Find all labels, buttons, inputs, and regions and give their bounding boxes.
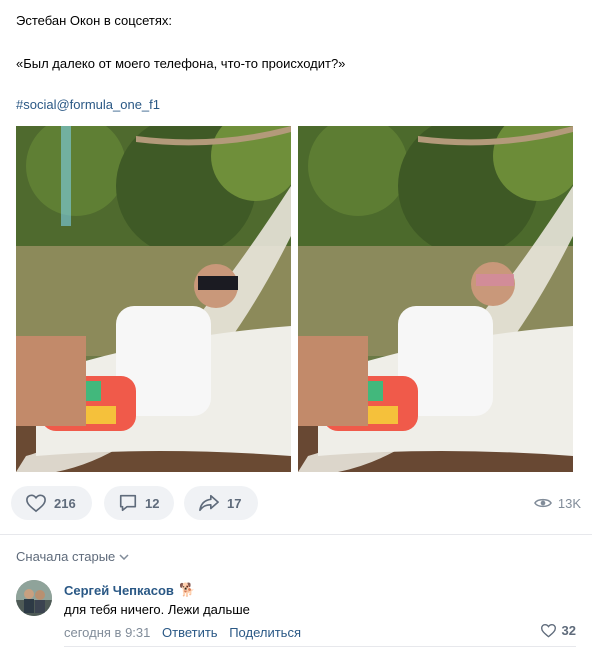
comment-like-button[interactable]: 32	[540, 623, 576, 638]
heart-icon	[540, 624, 556, 638]
share-count: 17	[227, 495, 242, 511]
post-line-1: Эстебан Окон в соцсетях:	[16, 13, 172, 28]
comment-time[interactable]: сегодня в 9:31	[64, 625, 150, 640]
avatar[interactable]	[16, 580, 52, 616]
photo-2[interactable]	[298, 126, 573, 472]
comment-meta: сегодня в 9:31 Ответить Поделиться	[64, 625, 301, 640]
comment-text: для тебя ничего. Лежи дальше	[64, 602, 250, 617]
post-quote: «Был далеко от моего телефона, что-то пр…	[16, 56, 346, 71]
dog-badge-icon: 🐕	[178, 582, 196, 597]
post-hashtag-link[interactable]: #social@formula_one_f1	[16, 96, 160, 114]
comment-like-count: 32	[561, 623, 576, 638]
like-button[interactable]: 216	[11, 486, 92, 520]
comments-divider	[0, 534, 592, 535]
comment-author[interactable]: Сергей Чепкасов 🐕	[64, 582, 195, 598]
comment-divider	[64, 646, 576, 647]
comment-author-name: Сергей Чепкасов	[64, 582, 174, 598]
comment-button[interactable]: 12	[104, 486, 174, 520]
sort-label: Сначала старые	[16, 549, 116, 564]
views-counter: 13K	[533, 486, 581, 520]
eye-icon	[533, 498, 552, 508]
photo-1[interactable]	[16, 126, 291, 472]
post-actions: 216 12 17 13K	[11, 486, 581, 520]
comments-sort-dropdown[interactable]: Сначала старые	[16, 549, 129, 564]
share-icon	[199, 494, 219, 512]
share-comment-link[interactable]: Поделиться	[229, 625, 301, 640]
views-count: 13K	[557, 495, 581, 511]
comment-item: Сергей Чепкасов 🐕 для тебя ничего. Лежи …	[16, 578, 576, 648]
heart-icon	[26, 494, 46, 513]
share-button[interactable]: 17	[184, 486, 258, 520]
reply-link[interactable]: Ответить	[162, 625, 218, 640]
like-count: 216	[54, 495, 76, 511]
comment-count: 12	[145, 495, 160, 511]
comment-icon	[119, 494, 137, 512]
chevron-down-icon	[119, 553, 129, 560]
